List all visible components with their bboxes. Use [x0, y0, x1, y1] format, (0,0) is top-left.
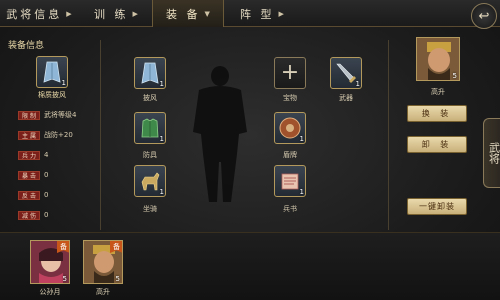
tab-formation[interactable]: 阵 型 ▶	[226, 0, 298, 27]
hero-portrait[interactable]: 5	[416, 37, 460, 81]
stat-tag: 兵 力	[18, 150, 40, 160]
tab-label: 装 备	[166, 7, 201, 21]
tab-general-info[interactable]: 武将信息 ▶	[0, 0, 78, 27]
stat-tag: 主 属	[18, 130, 40, 140]
slot-armor[interactable]: 1	[134, 112, 166, 144]
tab-training[interactable]: 训 练 ▶	[80, 0, 152, 27]
slot-count: 1	[159, 135, 164, 143]
remove-equipment-button[interactable]: 卸 装	[407, 136, 467, 153]
slot-label: 宝物	[283, 94, 297, 102]
slot-label: 武器	[339, 94, 353, 102]
stat-row: 主 属 战防+20	[18, 130, 73, 140]
slot-mount[interactable]: 1	[134, 165, 166, 197]
side-tab-label: 武将	[487, 142, 500, 164]
stat-value: 4	[44, 151, 49, 159]
tab-bar: 武将信息 ▶ 训 练 ▶ 装 备 ▼ 阵 型 ▶	[0, 0, 500, 27]
slot-label: 防具	[143, 151, 157, 159]
tab-equipment[interactable]: 装 备 ▼	[152, 0, 224, 27]
tab-label: 阵 型	[240, 7, 275, 21]
return-arrow-icon: ↩	[478, 8, 490, 24]
triangle-right-icon: ▶	[132, 9, 138, 18]
stat-value: 0	[44, 171, 49, 179]
slot-label: 披风	[143, 94, 157, 102]
slot-cloak[interactable]: 1	[134, 57, 166, 89]
stat-value: 战防+20	[44, 131, 73, 139]
stat-tag: 暴 击	[18, 170, 40, 180]
slot-weapon[interactable]: 1	[330, 57, 362, 89]
slot-label: 兵书	[283, 205, 297, 213]
hero-level: 5	[115, 275, 120, 283]
hero-level: 5	[62, 275, 67, 283]
side-tab-general[interactable]: 武将	[483, 118, 500, 188]
stat-value: 武将等级4	[44, 111, 77, 119]
slot-book[interactable]: 1	[274, 165, 306, 197]
selected-item-slot[interactable]: 1	[36, 56, 68, 88]
tab-label: 武将信息	[6, 7, 63, 21]
slot-count: 1	[299, 188, 304, 196]
item-count: 1	[61, 79, 66, 87]
item-name: 棉质披风	[38, 91, 66, 99]
roster-hero-name: 高升	[96, 288, 110, 296]
stat-tag: 反 击	[18, 190, 40, 200]
divider	[388, 40, 389, 230]
roster-hero-card[interactable]: 备 5	[83, 240, 123, 284]
roster-hero-name: 公孙月	[39, 288, 61, 296]
slot-label: 盾牌	[283, 151, 297, 159]
hero-name: 高升	[431, 88, 445, 96]
stat-value: 0	[44, 191, 49, 199]
hero-level: 5	[452, 72, 457, 80]
slot-count: 1	[299, 135, 304, 143]
panel-title: 装备信息	[8, 41, 45, 51]
roster-hero-card[interactable]: 备 5	[30, 240, 70, 284]
stat-tag: 限 制	[18, 110, 40, 120]
stat-row: 暴 击 0	[18, 170, 48, 180]
plus-icon: +	[280, 60, 300, 85]
back-button[interactable]: ↩	[471, 3, 497, 29]
stat-row: 兵 力 4	[18, 150, 48, 160]
slot-label: 坐骑	[143, 205, 157, 213]
change-equipment-button[interactable]: 换 装	[407, 105, 467, 122]
slot-shield[interactable]: 1	[274, 112, 306, 144]
divider	[100, 40, 101, 230]
triangle-down-icon: ▼	[204, 9, 210, 18]
stat-row: 反 击 0	[18, 190, 48, 200]
equipment-screen: 武将信息 ▶ 训 练 ▶ 装 备 ▼ 阵 型 ▶ ↩ 装备信息 1 棉质披风 限 制 武…	[0, 0, 500, 300]
triangle-right-icon: ▶	[278, 9, 284, 18]
slot-count: 1	[159, 80, 164, 88]
stat-tag: 减 伤	[18, 210, 40, 220]
hero-silhouette	[193, 66, 247, 202]
tab-label: 训 练	[94, 7, 129, 21]
stat-value: 0	[44, 211, 49, 219]
slot-count: 1	[159, 188, 164, 196]
slot-treasure[interactable]: +	[274, 57, 306, 89]
remove-all-button[interactable]: 一键卸装	[407, 198, 467, 215]
roster-strip	[0, 232, 500, 300]
triangle-right-icon: ▶	[66, 9, 72, 18]
stat-row: 限 制 武将等级4	[18, 110, 76, 120]
stat-row: 减 伤 0	[18, 210, 48, 220]
slot-count: 1	[355, 80, 360, 88]
